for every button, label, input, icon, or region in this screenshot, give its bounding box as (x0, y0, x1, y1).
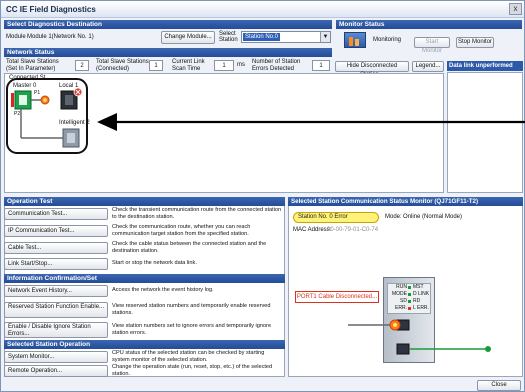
system-monitor-desc: CPU status of the selected station can b… (112, 350, 265, 363)
remote-operation-button[interactable]: Remote Operation... (4, 365, 108, 377)
master-station-icon (11, 90, 32, 110)
led-mode-label: MODE (392, 291, 407, 297)
close-button[interactable]: Close (477, 380, 521, 391)
led-sd-label: SD (400, 298, 407, 304)
led-mst-label: MST (413, 284, 424, 290)
local-station-icon (60, 87, 83, 110)
list-item: IP Communication Test... Check the commu… (4, 223, 282, 240)
callout-arrow-head (97, 113, 117, 131)
status-monitor-header: Selected Station Communication Status Mo… (288, 197, 523, 206)
ignore-station-errors-button[interactable]: Enable / Disable Ignore Station Errors..… (4, 322, 108, 338)
list-item: Cable Test... Check the cable status bet… (4, 240, 282, 257)
list-item: Remote Operation... Change the operation… (4, 363, 282, 380)
ip-communication-test-desc: Check the communication route, whether y… (112, 224, 251, 237)
ip-communication-test-button[interactable]: IP Communication Test... (4, 225, 108, 237)
port2-link-node (485, 346, 491, 352)
system-monitor-button[interactable]: System Monitor... (4, 351, 108, 363)
operation-test-header: Operation Test (4, 197, 285, 206)
led-dlink-label: D LINK (413, 291, 430, 297)
link-start-stop-desc: Start or stop the network data link. (112, 260, 197, 266)
communication-test-button[interactable]: Communication Test... (4, 208, 108, 220)
led-mode-indicator (408, 293, 411, 296)
intelligent-station-icon (62, 128, 80, 148)
link-start-stop-button[interactable]: Link Start/Stop... (4, 258, 108, 270)
port-diagram (348, 319, 491, 355)
port-disconnected-badge[interactable]: PORT1 Cable Disconnected... (295, 291, 379, 303)
error-spark-icon (389, 319, 401, 331)
led-run-label: RUN (396, 284, 407, 290)
ignore-station-errors-desc: View station numbers set to ignore error… (112, 323, 272, 336)
list-item: Reserved Station Function Enable... View… (4, 300, 282, 320)
network-event-history-desc: Access the network the event history log… (112, 287, 214, 293)
led-sd-indicator (408, 300, 411, 303)
list-item: Communication Test... Check the transien… (4, 206, 282, 223)
reserved-station-button[interactable]: Reserved Station Function Enable... (4, 302, 108, 318)
port2-icon (396, 343, 410, 355)
cable-test-desc: Check the cable status between the conne… (112, 241, 267, 254)
topology-diagram (6, 78, 525, 154)
communication-test-desc: Check the transient communication route … (112, 207, 282, 220)
station-status-badge: Station No. 0 Error (293, 212, 379, 223)
list-item: Network Event History... Access the netw… (4, 283, 282, 300)
cable-test-button[interactable]: Cable Test... (4, 242, 108, 254)
main-window: CC IE Field Diagnostics x Select Diagnos… (0, 0, 525, 392)
list-item: Link Start/Stop... Start or stop the net… (4, 256, 282, 273)
reserved-station-desc: View reserved station numbers and tempor… (112, 303, 271, 316)
network-event-history-button[interactable]: Network Event History... (4, 285, 108, 297)
error-spark-icon (40, 95, 50, 105)
led-run-indicator (408, 286, 411, 289)
remote-operation-desc: Change the operation state (run, reset, … (112, 364, 273, 377)
mac-address-value: 00-00-79-01-C0-74 (327, 227, 379, 233)
list-item: Enable / Disable Ignore Station Errors..… (4, 320, 282, 340)
selected-operation-header: Selected Station Operation (4, 340, 285, 349)
mode-value: Online (Normal Mode) (403, 214, 463, 220)
mac-address-label: MAC Address: (293, 227, 332, 233)
led-err-indicator (408, 307, 411, 310)
led-rd-label: RD (413, 298, 421, 304)
info-confirm-header: Information Confirmation/Set (4, 274, 285, 283)
mode-label: Mode: (385, 214, 402, 220)
